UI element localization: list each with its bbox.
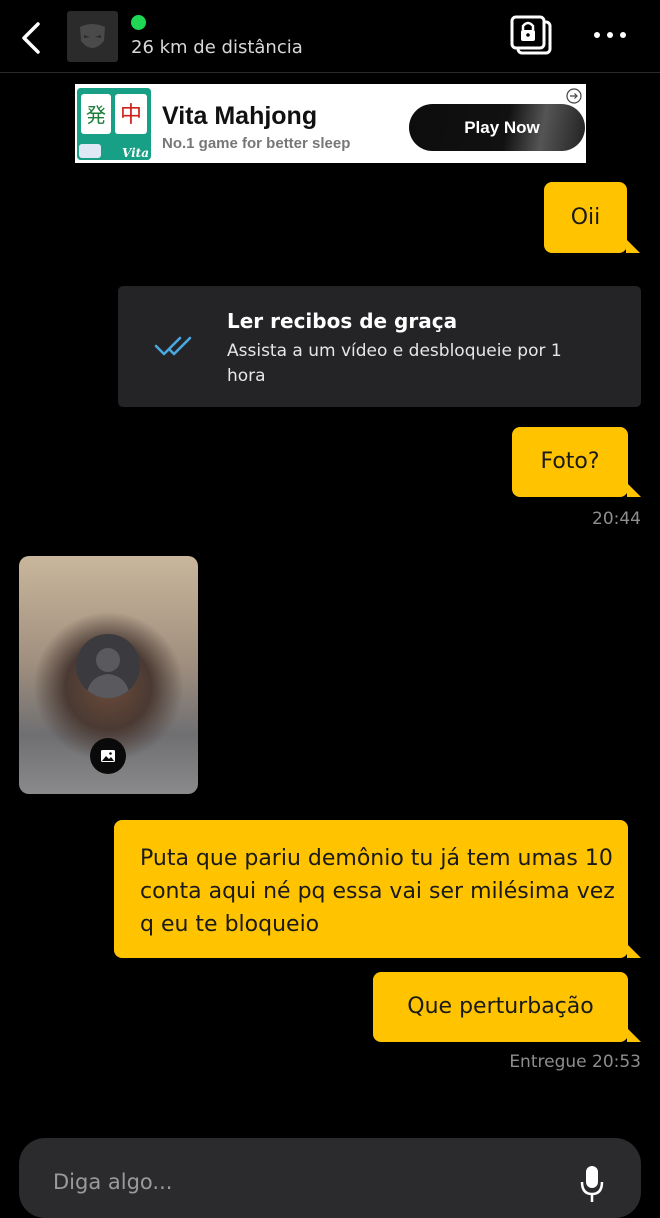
message-composer xyxy=(19,1138,641,1218)
chat-header: 26 km de distância xyxy=(0,0,660,73)
svg-text:中: 中 xyxy=(120,103,142,128)
sent-message-bubble[interactable]: Que perturbação xyxy=(373,972,641,1042)
svg-text:Vita: Vita xyxy=(122,146,149,160)
online-status-dot xyxy=(131,15,146,30)
ad-play-now-button[interactable]: Play Now xyxy=(409,104,585,151)
message-text: Que perturbação xyxy=(407,994,594,1019)
message-input[interactable] xyxy=(51,1166,555,1198)
message-text: Puta que pariu demônio tu já tem umas 10… xyxy=(140,846,615,937)
ad-choices-icon[interactable] xyxy=(566,88,582,104)
sent-message-bubble[interactable]: Foto? xyxy=(512,427,641,497)
ad-title: Vita Mahjong xyxy=(162,102,318,130)
avatar[interactable] xyxy=(67,11,118,62)
received-photo[interactable] xyxy=(19,556,198,794)
profile-silhouette-icon xyxy=(76,634,140,698)
mask-logo-icon xyxy=(80,24,105,48)
distance-label: 26 km de distância xyxy=(131,37,303,58)
svg-text:発: 発 xyxy=(86,103,106,127)
microphone-icon[interactable] xyxy=(579,1164,605,1204)
delivery-status: Entregue 20:53 xyxy=(509,1052,641,1072)
bubble-tail xyxy=(627,483,641,497)
more-options-icon[interactable] xyxy=(590,22,630,48)
image-icon xyxy=(90,738,126,774)
double-check-icon xyxy=(154,334,200,358)
message-text: Oii xyxy=(570,205,601,230)
receipt-title: Ler recibos de graça xyxy=(227,309,458,333)
receipt-description: Assista a um vídeo e desbloqueie por 1 h… xyxy=(227,341,562,386)
ad-subtitle: No.1 game for better sleep xyxy=(162,135,351,152)
message-text: Foto? xyxy=(540,449,600,474)
vita-mahjong-logo-icon: 発 中 Vita xyxy=(77,88,151,160)
read-receipts-promo[interactable]: Ler recibos de graça Assista a um vídeo … xyxy=(118,286,641,407)
message-timestamp: 20:44 xyxy=(592,509,641,529)
ad-banner[interactable]: 発 中 Vita Vita Mahjong No.1 game for bett… xyxy=(75,84,586,163)
back-arrow-icon[interactable] xyxy=(18,20,48,56)
bubble-tail xyxy=(627,1028,641,1042)
bubble-tail xyxy=(627,944,641,958)
bubble-tail xyxy=(626,239,640,253)
sent-message-bubble[interactable]: Oii xyxy=(544,182,640,253)
sent-message-bubble[interactable]: Puta que pariu demônio tu já tem umas 10… xyxy=(114,820,641,958)
album-lock-icon[interactable] xyxy=(508,14,554,56)
